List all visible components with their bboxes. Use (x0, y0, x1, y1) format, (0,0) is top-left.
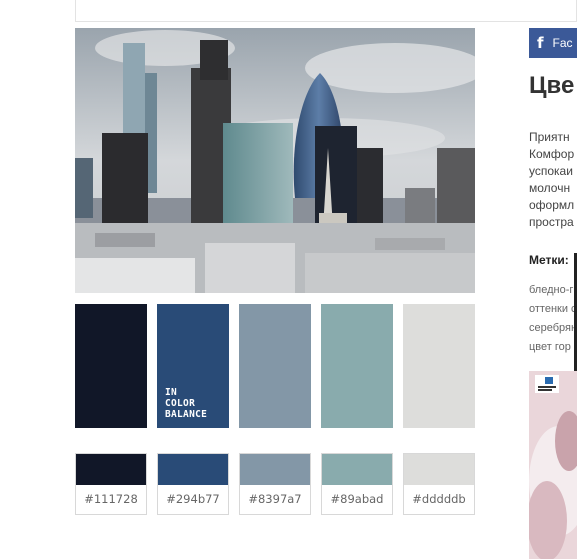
color-chip-1: #111728 (75, 453, 147, 515)
tags-list: бледно-г оттенки с серебрян цвет гор (529, 281, 577, 357)
paragraph-line: молочн (529, 181, 571, 195)
top-panel (75, 0, 577, 22)
color-chip-5: #dddddb (403, 453, 475, 515)
ad-image[interactable] (529, 371, 577, 559)
paragraph-line: простра (529, 215, 574, 229)
paragraph-line: Комфор (529, 147, 575, 161)
in-color-balance-logo: IN COLOR BALANCE (165, 387, 208, 420)
paragraph-line: успокаи (529, 164, 573, 178)
chip-hex-code: #111728 (84, 492, 138, 506)
chip-hex-code: #294b77 (166, 492, 220, 506)
facebook-icon: f (537, 34, 544, 52)
tag-link[interactable]: бледно-г (529, 281, 577, 300)
chip-color (158, 454, 228, 485)
tag-link[interactable]: оттенки с (529, 300, 577, 319)
color-chip-3: #8397a7 (239, 453, 311, 515)
chip-color (404, 454, 474, 485)
article-heading: Цве (529, 72, 575, 99)
color-chip-4: #89abad (321, 453, 393, 515)
color-chip-2: #294b77 (157, 453, 229, 515)
badge-icon (545, 377, 553, 384)
paragraph-line: оформл (529, 198, 575, 212)
swatch-large-2: IN COLOR BALANCE (157, 304, 229, 428)
tags-title: Метки: (529, 253, 569, 267)
tag-link[interactable]: серебрян (529, 319, 577, 338)
swatch-large-5 (403, 304, 475, 428)
swatch-large-3 (239, 304, 311, 428)
chip-hex-code: #89abad (330, 492, 384, 506)
article-paragraph: Приятн Комфор успокаи молочн оформл прос… (529, 129, 577, 231)
chip-color (240, 454, 310, 485)
chip-color (322, 454, 392, 485)
tag-link[interactable]: цвет гор (529, 338, 577, 357)
facebook-share-button[interactable]: f Fac (529, 28, 577, 58)
chip-hex-code: #dddddb (412, 492, 466, 506)
swatch-large-1 (75, 304, 147, 428)
chip-hex-code: #8397a7 (248, 492, 302, 506)
swatch-large-4 (321, 304, 393, 428)
facebook-share-label: Fac (552, 36, 573, 50)
city-skyline-photo (75, 28, 475, 293)
chip-color (76, 454, 146, 485)
paragraph-line: Приятн (529, 130, 570, 144)
